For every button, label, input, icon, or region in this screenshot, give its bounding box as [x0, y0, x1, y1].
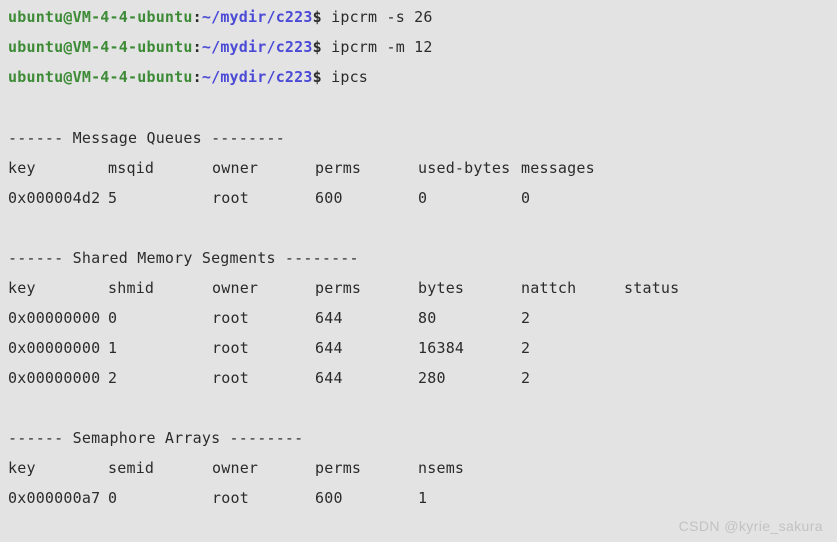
prompt-symbol: $: [312, 8, 322, 26]
cell-owner: root: [212, 309, 249, 327]
command-space: [322, 38, 331, 56]
cell-key: 0x00000000: [8, 309, 101, 327]
prompt-path: ~/mydir/c223: [201, 38, 313, 56]
section-title-message-queues: ------ Message Queues --------: [8, 129, 285, 147]
cell-nattch: 2: [521, 369, 531, 387]
table-row: 0x000004d2 5 root 600 0 0: [0, 189, 837, 207]
column-header-semid: semid: [108, 459, 155, 477]
column-header-key: key: [8, 459, 36, 477]
terminal-prompt-line: ubuntu@VM-4-4-ubuntu:~/mydir/c223$ ipcrm…: [8, 8, 433, 26]
table-header-row: key shmid owner perms bytes nattch statu…: [0, 279, 837, 297]
cell-messages: 0: [521, 189, 531, 207]
cell-key: 0x00000000: [8, 369, 101, 387]
command-text: [322, 8, 331, 26]
prompt-symbol: $: [312, 68, 322, 86]
cell-nattch: 2: [521, 309, 531, 327]
column-header-status: status: [624, 279, 680, 297]
table-row: 0x00000000 0 root 644 80 2: [0, 309, 837, 327]
column-header-owner: owner: [212, 279, 259, 297]
command-text-2: ipcrm -m 12: [331, 38, 433, 56]
prompt-user-host: ubuntu@VM-4-4-ubuntu: [8, 38, 193, 56]
command-space: [322, 68, 331, 86]
cell-nsems: 1: [418, 489, 428, 507]
cell-perms: 644: [315, 339, 343, 357]
cell-bytes: 280: [418, 369, 446, 387]
cell-key: 0x000000a7: [8, 489, 101, 507]
terminal-prompt-line: ubuntu@VM-4-4-ubuntu:~/mydir/c223$ ipcs: [8, 68, 368, 86]
prompt-symbol: $: [312, 38, 322, 56]
table-row: 0x00000000 1 root 644 16384 2: [0, 339, 837, 357]
cell-perms: 644: [315, 369, 343, 387]
cell-owner: root: [212, 339, 249, 357]
cell-msqid: 5: [108, 189, 118, 207]
column-header-messages: messages: [521, 159, 595, 177]
table-row: 0x000000a7 0 root 600 1: [0, 489, 837, 507]
cell-owner: root: [212, 489, 249, 507]
cell-nattch: 2: [521, 339, 531, 357]
terminal-prompt-line: ubuntu@VM-4-4-ubuntu:~/mydir/c223$ ipcrm…: [8, 38, 433, 56]
table-header-row: key semid owner perms nsems: [0, 459, 837, 477]
cell-shmid: 0: [108, 309, 118, 327]
column-header-key: key: [8, 159, 36, 177]
table-row: 0x00000000 2 root 644 280 2: [0, 369, 837, 387]
column-header-perms: perms: [315, 459, 362, 477]
cell-bytes: 80: [418, 309, 437, 327]
column-header-nattch: nattch: [521, 279, 577, 297]
prompt-user-host: ubuntu@VM-4-4-ubuntu: [8, 8, 193, 26]
prompt-user-host: ubuntu@VM-4-4-ubuntu: [8, 68, 193, 86]
cell-perms: 600: [315, 189, 343, 207]
column-header-owner: owner: [212, 159, 259, 177]
section-title-shared-memory-segments: ------ Shared Memory Segments --------: [8, 249, 359, 267]
prompt-colon: :: [192, 8, 202, 26]
prompt-path: ~/mydir/c223: [201, 8, 313, 26]
column-header-owner: owner: [212, 459, 259, 477]
section-title-semaphore-arrays: ------ Semaphore Arrays --------: [8, 429, 304, 447]
command-text-3: ipcs: [331, 68, 369, 86]
column-header-used-bytes: used-bytes: [418, 159, 511, 177]
column-header-perms: perms: [315, 159, 362, 177]
watermark: CSDN @kyrie_sakura: [678, 518, 823, 534]
terminal-window[interactable]: ubuntu@VM-4-4-ubuntu:~/mydir/c223$ ipcrm…: [0, 0, 837, 542]
cell-shmid: 1: [108, 339, 118, 357]
prompt-colon: :: [192, 68, 202, 86]
column-header-nsems: nsems: [418, 459, 465, 477]
cell-perms: 644: [315, 309, 343, 327]
cell-used-bytes: 0: [418, 189, 428, 207]
cell-key: 0x000004d2: [8, 189, 101, 207]
prompt-colon: :: [192, 38, 202, 56]
command-text-1: ipcrm -s 26: [331, 8, 433, 26]
table-header-row: key msqid owner perms used-bytes message…: [0, 159, 837, 177]
cell-perms: 600: [315, 489, 343, 507]
cell-owner: root: [212, 189, 249, 207]
column-header-key: key: [8, 279, 36, 297]
cell-shmid: 2: [108, 369, 118, 387]
column-header-shmid: shmid: [108, 279, 155, 297]
cell-key: 0x00000000: [8, 339, 101, 357]
column-header-bytes: bytes: [418, 279, 465, 297]
column-header-msqid: msqid: [108, 159, 155, 177]
column-header-perms: perms: [315, 279, 362, 297]
prompt-path: ~/mydir/c223: [201, 68, 313, 86]
cell-bytes: 16384: [418, 339, 465, 357]
cell-owner: root: [212, 369, 249, 387]
cell-semid: 0: [108, 489, 118, 507]
